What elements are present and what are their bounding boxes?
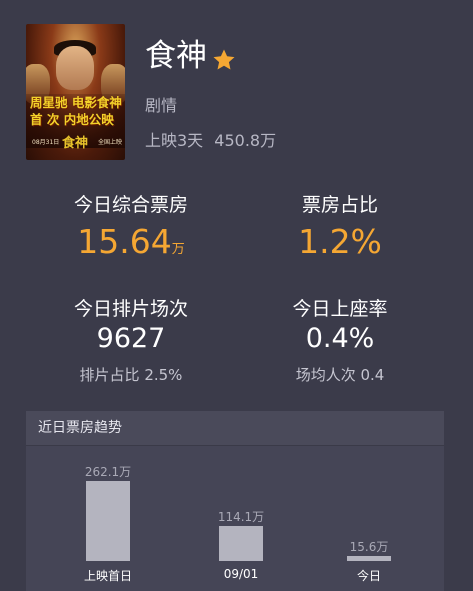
movie-title: 食神 — [145, 38, 207, 74]
poster-face — [56, 46, 94, 90]
screenings-value: 9627 — [96, 323, 166, 354]
movie-release-stats: 上映3天 450.8万 — [145, 127, 282, 151]
movie-poster[interactable]: 周星驰 电影食神 首 次 内地公映 08月31日 食神 全国上映 — [26, 24, 125, 160]
box-office-label: 今日综合票房 — [73, 194, 188, 216]
screenings-label: 今日排片场次 — [73, 298, 188, 320]
star-icon — [213, 49, 235, 70]
trend-bar-value-first-day: 262.1万 — [84, 465, 132, 479]
trend-bar-first-day — [86, 481, 130, 561]
total-box-office: 450.8万 — [214, 131, 277, 150]
box-office-number: 15.64 — [77, 222, 172, 261]
poster-date: 08月31日 — [32, 139, 60, 146]
occupancy-avg: 场均人次 0.4 — [295, 366, 385, 384]
trend-bar-value-0901: 114.1万 — [217, 510, 265, 525]
trend-bar-today — [347, 556, 391, 561]
movie-genre: 剧情 — [145, 96, 178, 115]
share-label: 票房占比 — [301, 194, 378, 216]
poster-release: 全国上映 — [98, 139, 123, 146]
screenings-share: 排片占比 2.5% — [79, 366, 183, 384]
occupancy-label: 今日上座率 — [292, 298, 388, 320]
trend-bar-label-0901: 09/01 — [223, 567, 259, 581]
trend-title: 近日票房趋势 — [26, 411, 444, 446]
poster-logo: 食神 — [62, 136, 89, 151]
poster-tagline-2: 首 次 内地公映 — [30, 112, 114, 127]
box-office-unit: 万 — [171, 242, 185, 257]
trend-bar-value-today: 15.6万 — [349, 540, 389, 555]
box-office-value: 15.64万 — [31, 222, 231, 261]
occupancy-value: 0.4% — [305, 323, 375, 354]
trend-bar-0901 — [219, 526, 263, 561]
poster-tagline-1: 周星驰 电影食神 — [30, 95, 122, 110]
trend-bar-label-first-day: 上映首日 — [83, 569, 132, 583]
trend-bar-label-today: 今日 — [356, 569, 381, 583]
box-office-trend-panel: 近日票房趋势 262.1万 上映首日 114.1万 09/01 15.6万今日 — [26, 411, 444, 591]
days-released: 上映3天 — [145, 131, 204, 150]
share-value: 1.2% — [298, 222, 382, 261]
